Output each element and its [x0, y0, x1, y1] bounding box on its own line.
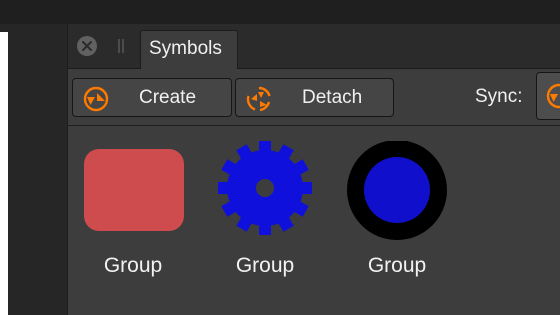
tab-symbols[interactable]: Symbols [140, 30, 238, 69]
symbol-label: Group [367, 254, 427, 277]
symbol-item[interactable]: Group [345, 141, 449, 291]
sync-label: Sync: [475, 86, 523, 107]
symbols-toolbar: Create Detach Sync: [68, 69, 560, 126]
ring-symbol-icon [347, 141, 447, 240]
window-top-bar [0, 0, 560, 24]
symbol-label: Group [103, 254, 163, 277]
symbols-panel: Symbols Create Detach Sync: Group Group … [67, 24, 560, 315]
create-button-label: Create [139, 87, 197, 108]
detach-button[interactable]: Detach [235, 78, 394, 117]
close-icon [82, 41, 92, 51]
symbol-label: Group [235, 254, 295, 277]
symbol-item[interactable]: Group [213, 141, 317, 291]
detach-button-label: Detach [302, 87, 363, 108]
rounded-square-symbol-icon [84, 149, 184, 231]
create-symbol-icon [83, 86, 109, 112]
sync-button[interactable] [536, 72, 560, 120]
detach-symbol-icon [246, 86, 271, 112]
grip-handle-icon[interactable] [118, 39, 124, 53]
gear-symbol-icon [218, 141, 312, 235]
sync-symbol-icon [546, 83, 560, 109]
canvas-edge [0, 32, 8, 315]
create-button[interactable]: Create [72, 78, 232, 117]
close-panel-button[interactable] [77, 36, 97, 56]
symbol-item[interactable]: Group [81, 141, 185, 291]
panel-tab-bar: Symbols [68, 24, 560, 69]
